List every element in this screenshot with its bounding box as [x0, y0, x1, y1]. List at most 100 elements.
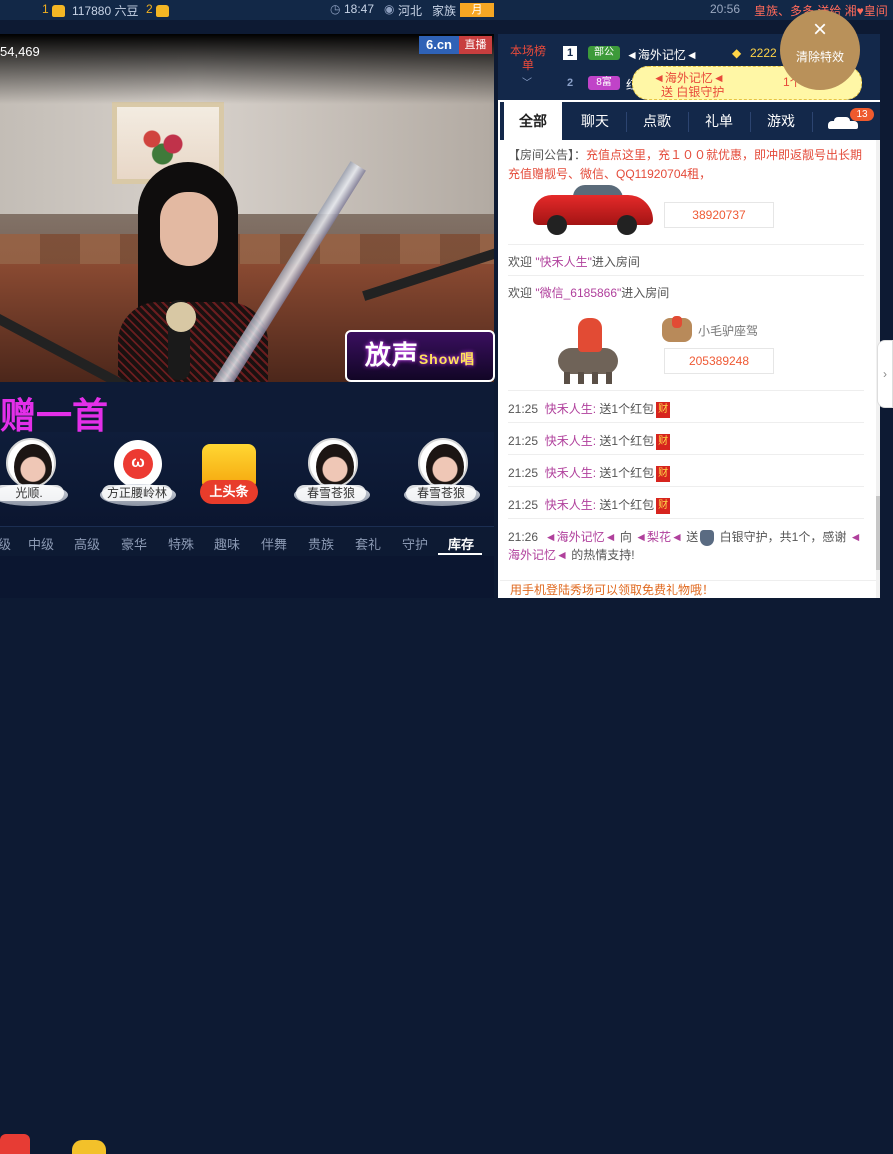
- tab-chat[interactable]: 聊天: [564, 102, 626, 140]
- table-row: 21:25 快禾人生: 送1个红包财: [508, 401, 671, 418]
- close-icon: ×: [812, 16, 827, 43]
- tab-games[interactable]: 游戏: [750, 102, 812, 140]
- user-nick[interactable]: 快禾人生:: [545, 498, 596, 512]
- table-row: 21:25 快禾人生: 送1个红包财: [508, 433, 671, 450]
- viewer-count: 54,469: [0, 44, 40, 59]
- gift-tab-luxury[interactable]: 豪华: [121, 534, 147, 553]
- tab-gifts[interactable]: 礼单: [688, 102, 750, 140]
- divider: [508, 454, 864, 455]
- divider: [508, 422, 864, 423]
- gift-strip: [0, 556, 494, 1154]
- show-logo-main: 放声: [364, 340, 419, 370]
- toutiao-button[interactable]: 上头条: [200, 444, 258, 508]
- divider: [508, 486, 864, 487]
- idol-avatar-4[interactable]: 春雪苍狼: [400, 438, 480, 518]
- gift-tab-special[interactable]: 特殊: [168, 534, 194, 553]
- user-nick[interactable]: ◄梨花◄: [635, 530, 683, 544]
- car-mount-value-1[interactable]: 38920737: [664, 202, 774, 228]
- level-number-2: 2: [146, 2, 153, 16]
- gift-item-icon[interactable]: [0, 1134, 30, 1154]
- red-car-mount-icon: [533, 181, 653, 235]
- rank-value-1: 2222: [750, 46, 777, 60]
- chevron-down-icon[interactable]: ﹀: [522, 74, 532, 89]
- idol-name: 春雪苍狼: [296, 485, 366, 501]
- idol-avatar-1[interactable]: 光顺.: [0, 438, 68, 518]
- idol-name: 光顺.: [0, 485, 64, 501]
- coin-icon: ◆: [732, 46, 742, 60]
- rank-number-2: 2: [566, 77, 574, 89]
- gift-tab-guard[interactable]: 守护: [402, 534, 428, 553]
- user-nick[interactable]: 快禾人生:: [545, 466, 596, 480]
- idol-avatar-2[interactable]: ω 方正腰岭林: [96, 438, 176, 518]
- emoji-avatar-icon: ω: [114, 440, 162, 488]
- gift-tab-noble[interactable]: 贵族: [308, 534, 334, 553]
- chevron-right-icon[interactable]: ›: [877, 340, 893, 408]
- right-time: 20:56: [710, 2, 741, 16]
- user-nick[interactable]: "快禾人生": [535, 255, 592, 269]
- gift-tab-level[interactable]: 级: [0, 534, 11, 553]
- right-edge: [880, 34, 893, 598]
- car-mount-value-2[interactable]: 205389248: [664, 348, 774, 374]
- user-nick[interactable]: 快禾人生:: [545, 402, 596, 416]
- show-logo-sub: Show唱: [418, 351, 476, 367]
- red-envelope-icon: 财: [656, 465, 671, 482]
- red-envelope-icon: 财: [656, 497, 671, 514]
- clear-effects-label: 清除特效: [795, 50, 844, 64]
- divider: [508, 518, 864, 519]
- gift-tab-fun[interactable]: 趣味: [214, 534, 240, 553]
- notice-label: 【房间公告】：: [508, 148, 587, 162]
- rank-title[interactable]: 本场榜单: [510, 44, 546, 72]
- bottom-notice[interactable]: 用手机登陆秀场可以领取免费礼物哦！: [500, 580, 876, 598]
- tab-all[interactable]: 全部: [504, 102, 562, 140]
- room-notice: 【房间公告】：充值点这里，充１００就优惠，即冲即返靓号出长期充值赠靓号、微信、Q…: [508, 146, 864, 184]
- tab-song[interactable]: 点歌: [626, 102, 688, 140]
- idol-avatar-3[interactable]: 春雪苍狼: [290, 438, 370, 518]
- user-nick[interactable]: 海外记忆◄: [508, 548, 568, 562]
- toutiao-label: 上头条: [200, 480, 258, 504]
- beans-count: 117880 六豆: [72, 4, 139, 18]
- clock-time: 18:47: [344, 2, 375, 16]
- divider: [508, 275, 864, 276]
- month-badge[interactable]: 月: [460, 3, 494, 17]
- table-row: 21:25 快禾人生: 送1个红包财: [508, 465, 671, 482]
- tab-divider: [812, 112, 813, 132]
- user-nick[interactable]: "微信_6185866": [535, 286, 621, 300]
- shield-icon: [700, 529, 715, 546]
- list-item: 海外记忆◄ 的热情支持!: [508, 548, 635, 562]
- table-row: 21:26 ◄海外记忆◄ 向 ◄梨花◄ 送 白银守护，共1个，感谢 ◄: [508, 529, 862, 546]
- location-icon: ◉: [384, 2, 395, 16]
- family-label[interactable]: 家族: [432, 2, 456, 19]
- level-number: 1: [42, 2, 49, 16]
- crown-icon: [52, 3, 65, 17]
- rank-number-1: 1: [563, 46, 577, 60]
- gold-ingot-icon[interactable]: [72, 1140, 106, 1154]
- gift-tab-set[interactable]: 套礼: [355, 534, 381, 553]
- gift-tab-dance[interactable]: 伴舞: [261, 534, 287, 553]
- rank-badge-2: 8富: [588, 76, 620, 90]
- car-mount-label-2: 小毛驴座驾: [698, 324, 759, 338]
- user-nick[interactable]: 快禾人生:: [545, 434, 596, 448]
- table-row: 21:25 快禾人生: 送1个红包财: [508, 497, 671, 514]
- rank-badge-1: 部公: [588, 46, 620, 60]
- idol-name: 春雪苍狼: [406, 485, 476, 501]
- gift-tab-mid[interactable]: 中级: [28, 534, 54, 553]
- donkey-mount-icon: [550, 318, 630, 386]
- crown-icon-2: [156, 3, 169, 17]
- gift-tab-high[interactable]: 高级: [74, 534, 100, 553]
- divider: [508, 390, 864, 391]
- rank-name-1[interactable]: ◄海外记忆◄: [626, 46, 698, 63]
- show-logo: 放声Show唱: [345, 330, 495, 382]
- divider: [508, 244, 864, 245]
- clock-icon: ◷: [330, 2, 341, 16]
- red-envelope-icon: 财: [656, 433, 671, 450]
- list-item: 欢迎 "微信_6185866"进入房间: [508, 286, 670, 300]
- user-nick[interactable]: ◄海外记忆◄: [545, 530, 617, 544]
- clear-effects-button[interactable]: × 清除特效: [780, 10, 860, 90]
- gift-tab-inventory[interactable]: 库存: [448, 534, 474, 553]
- top-status-bar: 1 117880 六豆 2 ◷ 18:47 ◉ 河北 家族 月 20:56 皇族…: [0, 0, 893, 20]
- gift-tab-underline: [438, 553, 482, 555]
- brand-logo: 6.cn: [419, 36, 459, 54]
- bubble-gift: 送 白银守护: [661, 85, 725, 99]
- brand-badge: 6.cn 直播: [419, 36, 492, 54]
- live-badge: 直播: [459, 36, 492, 54]
